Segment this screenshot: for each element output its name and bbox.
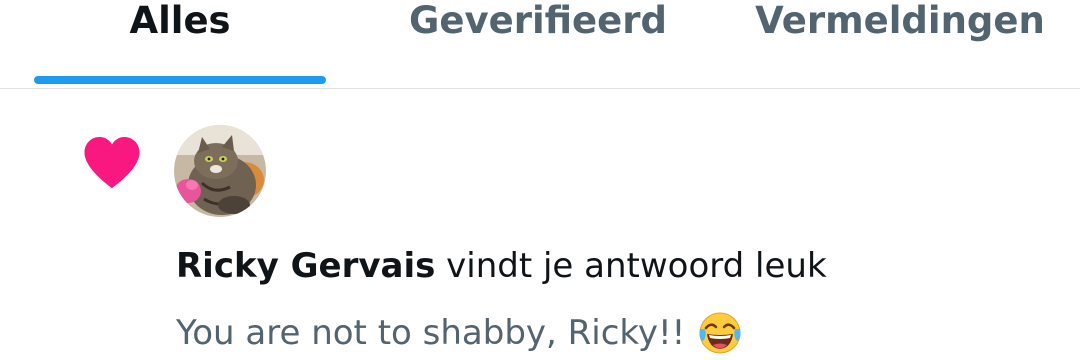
tab-geverifieerd[interactable]: Geverifieerd <box>380 0 696 84</box>
like-notification[interactable]: Ricky Gervais vindt je antwoord leuk You… <box>0 90 1080 360</box>
tab-alles[interactable]: Alles <box>34 0 326 84</box>
tab-vermeldingen[interactable]: Vermeldingen <box>735 0 1065 84</box>
reply-preview[interactable]: You are not to shabby, Ricky!! <box>176 310 743 356</box>
tab-label: Alles <box>129 0 231 42</box>
notification-headline: Ricky Gervais vindt je antwoord leuk <box>176 244 827 288</box>
notification-tabs: Alles Geverifieerd Vermeldingen <box>0 0 1080 88</box>
heart-icon <box>84 137 140 189</box>
tab-label: Geverifieerd <box>409 0 667 42</box>
action-text: vindt je antwoord leuk <box>435 246 827 286</box>
tab-label: Vermeldingen <box>755 0 1045 42</box>
reply-text: You are not to shabby, Ricky!! <box>176 313 686 353</box>
cat-avatar-image <box>174 125 266 217</box>
tabs-divider <box>0 88 1080 89</box>
tears-of-joy-emoji-icon <box>699 312 741 354</box>
user-name[interactable]: Ricky Gervais <box>176 246 435 286</box>
active-tab-indicator <box>34 76 326 84</box>
avatar[interactable] <box>174 125 266 217</box>
